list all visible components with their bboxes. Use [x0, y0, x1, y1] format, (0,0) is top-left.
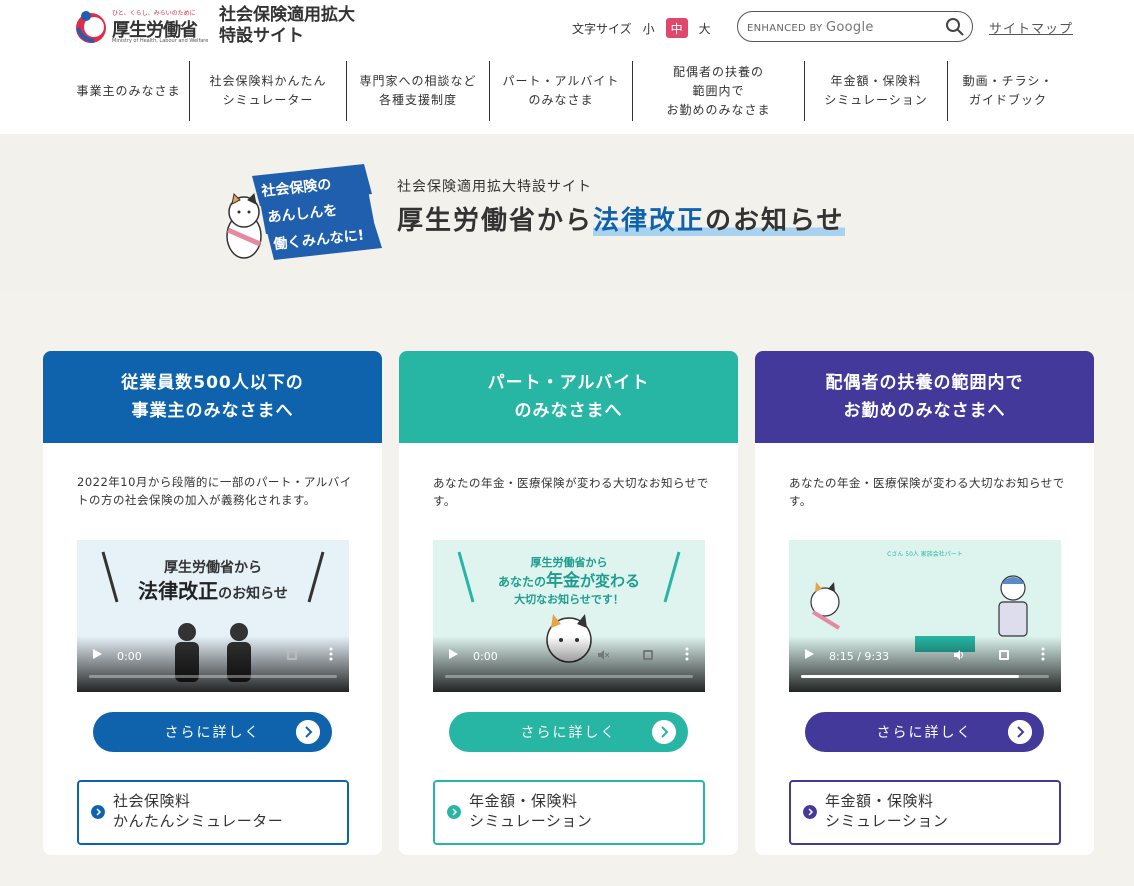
video-time: 8:15 / 9:33 [829, 650, 890, 663]
video-time: 0:00 [473, 650, 498, 663]
video-controls [77, 636, 349, 692]
site-title-line2: 特設サイト [219, 26, 304, 46]
video-player[interactable]: 厚生労働省から 法律改正のお知らせ 0:00 [77, 540, 349, 692]
card-title: パート・アルバイト のみなさまへ [399, 351, 738, 443]
logo-subtitle: Ministry of Health, Labour and Welfare [112, 38, 209, 44]
card-description: あなたの年金・医療保険が変わる大切なお知らせです。 [433, 476, 709, 508]
more-details-button[interactable]: さらに詳しく [93, 712, 332, 752]
video-top-caption: Cさん 50人 家族会社パート [887, 550, 963, 558]
main-content: 従業員数500人以下の 事業主のみなさまへ 2022年10月から段階的に一部のパ… [0, 291, 1134, 886]
global-nav: 事業主のみなさま 社会保険料かんたん シミュレーター 専門家への相談など 各種支… [68, 61, 1068, 121]
search-placeholder-prefix: ENHANCED BY [747, 23, 823, 34]
pension-simulation-link-label: 年金額・保険料 シミュレーション [825, 792, 949, 830]
video-controls [789, 636, 1061, 692]
video-line2-highlight: 法律改正 [138, 579, 218, 603]
video-line1: 厚生労働省から [531, 555, 608, 569]
volume-icon[interactable] [953, 649, 965, 661]
font-size-large[interactable]: 大 [694, 18, 716, 38]
more-options-icon[interactable] [329, 647, 333, 661]
site-title-line1: 社会保険適用拡大 [219, 5, 355, 25]
play-icon[interactable] [449, 649, 458, 659]
search-placeholder-brand: Google [826, 20, 874, 35]
site-header: ひと、くらし、みらいのために 厚生労働省 Ministry of Health,… [0, 0, 1134, 134]
video-line2: 法律改正のお知らせ [138, 579, 288, 603]
fullscreen-icon[interactable] [643, 650, 653, 660]
chevron-right-icon [447, 805, 461, 819]
cat-mascot-icon [226, 192, 262, 259]
pension-simulation-link[interactable]: 年金額・保険料 シミュレーション [433, 780, 705, 845]
more-options-icon[interactable] [685, 647, 689, 661]
search-input[interactable]: ENHANCED BY Google [737, 11, 973, 42]
hero-banner: 社会保険の あんしんを 働くみんなに! 社会保険適用拡大特設サイト 厚生労働省か… [0, 134, 1134, 291]
fullscreen-icon[interactable] [999, 650, 1009, 660]
more-details-button[interactable]: さらに詳しく [449, 712, 688, 752]
chevron-right-icon [803, 805, 817, 819]
arrow-right-icon [652, 720, 676, 744]
card-description: あなたの年金・医療保険が変わる大切なお知らせです。 [789, 476, 1065, 508]
hero-title-before: 厚生労働省から [397, 206, 594, 236]
simulator-link-label: 社会保険料 かんたんシミュレーター [113, 792, 284, 830]
play-icon[interactable] [805, 649, 814, 659]
play-icon[interactable] [93, 649, 102, 659]
video-time: 0:00 [117, 650, 142, 663]
video-line3: 大切なお知らせです！ [514, 592, 624, 606]
font-size-label: 文字サイズ [572, 21, 632, 36]
fullscreen-icon[interactable] [287, 650, 297, 660]
mhlw-logo-mark-icon [76, 11, 106, 43]
nav-item-spouse[interactable]: 配偶者の扶養の 範囲内で お勤めのみなさま [633, 61, 805, 121]
site-title[interactable]: 社会保険適用拡大 特設サイト [219, 5, 355, 47]
video-line2-rest: が変わる [580, 572, 640, 590]
volume-muted-icon[interactable] [597, 649, 609, 661]
font-size-switcher: 文字サイズ 小 中 大 [572, 18, 716, 38]
nav-item-employers[interactable]: 事業主のみなさま [68, 61, 190, 121]
chevron-right-icon [91, 805, 105, 819]
office-worker-icon [998, 575, 1028, 637]
search-placeholder: ENHANCED BY Google [747, 20, 874, 35]
nav-item-media[interactable]: 動画・チラシ・ ガイドブック [948, 61, 1068, 121]
arrow-right-icon [296, 720, 320, 744]
video-line2-prefix: あなたの [498, 575, 546, 589]
more-details-label: さらに詳しく [876, 725, 973, 741]
video-controls [433, 636, 705, 692]
video-player[interactable]: Cさん 50人 家族会社パート 8:15 / 9:33 [789, 540, 1061, 692]
more-options-icon[interactable] [1041, 647, 1045, 661]
nav-item-part-time[interactable]: パート・アルバイト のみなさま [490, 61, 633, 121]
card-description: 2022年10月から段階的に一部のパート・アルバイトの方の社会保険の加入が義務化… [77, 475, 352, 507]
hero-title: 厚生労働省から法律改正のお知らせ [397, 200, 845, 237]
font-size-medium[interactable]: 中 [665, 18, 688, 38]
nav-item-simulator[interactable]: 社会保険料かんたん シミュレーター [190, 61, 347, 121]
video-line2-rest: のお知らせ [218, 585, 288, 602]
more-details-label: さらに詳しく [520, 725, 617, 741]
video-progress-track[interactable] [89, 675, 337, 678]
nav-item-pension-sim[interactable]: 年金額・保険料 シミュレーション [805, 61, 948, 121]
more-details-label: さらに詳しく [164, 725, 261, 741]
font-size-small[interactable]: 小 [638, 18, 660, 38]
cat-mascot-icon [810, 582, 841, 630]
sitemap-link[interactable]: サイトマップ [989, 18, 1073, 37]
hero-title-after: のお知らせ [705, 206, 845, 236]
video-player[interactable]: 厚生労働省から あなたの年金が変わる 大切なお知らせです！ 0:00 [433, 540, 705, 692]
nav-item-support[interactable]: 専門家への相談など 各種支援制度 [347, 61, 490, 121]
pension-simulation-link[interactable]: 年金額・保険料 シミュレーション [789, 780, 1061, 845]
card-spouse-dependent: 配偶者の扶養の範囲内で お勤めのみなさまへ あなたの年金・医療保険が変わる大切な… [755, 351, 1094, 855]
card-title: 従業員数500人以下の 事業主のみなさまへ [43, 351, 382, 443]
card-part-time: パート・アルバイト のみなさまへ あなたの年金・医療保険が変わる大切なお知らせで… [399, 351, 738, 855]
hero-badge-graphic: 社会保険の あんしんを 働くみんなに! [226, 164, 382, 260]
video-progress-track[interactable] [801, 675, 1049, 678]
mhlw-logo[interactable]: ひと、くらし、みらいのために 厚生労働省 Ministry of Health,… [72, 6, 208, 46]
video-line2-highlight: 年金 [546, 570, 581, 591]
simulator-link[interactable]: 社会保険料 かんたんシミュレーター [77, 780, 349, 845]
video-line1: 厚生労働省から [164, 559, 262, 576]
card-employers: 従業員数500人以下の 事業主のみなさまへ 2022年10月から段階的に一部のパ… [43, 351, 382, 855]
video-line2: あなたの年金が変わる [498, 570, 640, 591]
more-details-button[interactable]: さらに詳しく [805, 712, 1044, 752]
search-icon[interactable] [945, 17, 965, 37]
pension-simulation-link-label: 年金額・保険料 シミュレーション [469, 792, 593, 830]
video-progress-fill [801, 675, 1020, 678]
arrow-right-icon [1008, 720, 1032, 744]
hero-subtitle: 社会保険適用拡大特設サイト [397, 179, 592, 195]
hero-title-highlight: 法律改正 [593, 206, 706, 236]
video-progress-track[interactable] [445, 675, 693, 678]
card-title: 配偶者の扶養の範囲内で お勤めのみなさまへ [755, 351, 1094, 443]
